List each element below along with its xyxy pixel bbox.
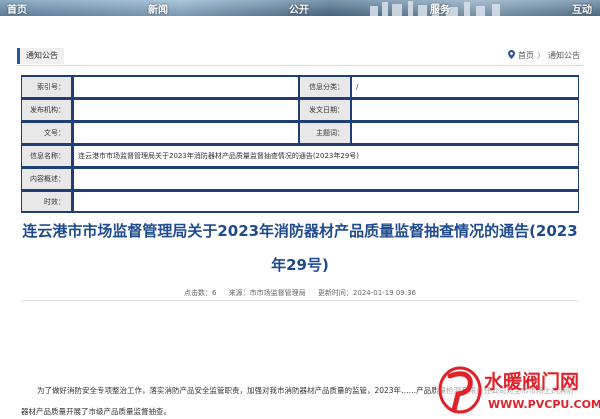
article-source: 来源：市市场监督管理局 xyxy=(228,289,306,297)
top-banner: 首页 新闻 公开 服务 互动 xyxy=(0,0,600,16)
breadcrumb-bar: 通知公告 首页〉通知公告 xyxy=(17,46,583,66)
index-value xyxy=(73,75,299,98)
update-time: 更新时间：2024-01-19 09:36 xyxy=(317,289,417,297)
table-row: 内容概述： xyxy=(21,167,579,190)
publisher-label: 发布机构： xyxy=(21,98,73,121)
breadcrumb: 首页〉通知公告 xyxy=(508,50,580,61)
summary-value xyxy=(73,167,579,190)
page: 首页 新闻 公开 服务 互动 通知公告 首页〉通知公告 索引号： 信息分类： /… xyxy=(0,0,600,419)
nav-interaction[interactable]: 互动 xyxy=(572,1,592,16)
nav-services[interactable]: 服务 xyxy=(430,1,450,16)
date-label: 发文日期： xyxy=(299,98,351,121)
breadcrumb-home[interactable]: 首页 xyxy=(518,51,534,60)
publisher-value xyxy=(73,98,299,121)
docno-label: 文号： xyxy=(21,121,73,144)
summary-label: 内容概述： xyxy=(21,167,73,190)
subject-label: 主题词： xyxy=(299,121,351,144)
article-meta: 点击数：6 来源：市市场监督管理局 更新时间：2024-01-19 09:36 xyxy=(0,288,600,298)
validity-label: 时效： xyxy=(21,190,73,213)
location-pin-icon xyxy=(508,50,515,59)
validity-value xyxy=(73,190,579,213)
divider xyxy=(21,300,579,301)
nav-public[interactable]: 公开 xyxy=(289,1,309,16)
main-nav: 首页 新闻 公开 服务 互动 xyxy=(0,0,600,16)
table-row: 时效： xyxy=(21,190,579,213)
date-value xyxy=(351,98,579,121)
site-watermark-logo: 水暖阀门网 WWW.PVCPU.COM xyxy=(436,362,600,419)
docno-value xyxy=(73,121,299,144)
table-row: 信息名称： 连云港市市场监督管理局关于2023年消防器材产品质量监督抽查情况的通… xyxy=(21,144,579,167)
section-tag: 通知公告 xyxy=(17,48,64,64)
table-row: 发布机构： 发文日期： xyxy=(21,98,579,121)
article-title: 连云港市市场监督管理局关于2023年消防器材产品质量监督抽查情况的通告(2023… xyxy=(22,222,578,274)
nav-home[interactable]: 首页 xyxy=(7,1,27,16)
name-value: 连云港市市场监督管理局关于2023年消防器材产品质量监督抽查情况的通告(2023… xyxy=(73,144,579,167)
info-table: 索引号： 信息分类： / 发布机构： 发文日期： 文号： 主题词： 信息名称： … xyxy=(21,75,579,213)
click-count: 点击数：6 xyxy=(183,289,217,297)
category-label: 信息分类： xyxy=(299,75,351,98)
index-label: 索引号： xyxy=(21,75,73,98)
nav-news[interactable]: 新闻 xyxy=(148,1,168,16)
watermark-url: WWW.PVCPU.COM xyxy=(488,398,600,411)
subject-value xyxy=(351,121,579,144)
watermark-text: 水暖阀门网 xyxy=(484,370,579,393)
table-row: 文号： 主题词： xyxy=(21,121,579,144)
table-row: 索引号： 信息分类： / xyxy=(21,75,579,98)
name-label: 信息名称： xyxy=(21,144,73,167)
breadcrumb-current[interactable]: 通知公告 xyxy=(548,51,580,60)
category-value: / xyxy=(351,75,579,98)
